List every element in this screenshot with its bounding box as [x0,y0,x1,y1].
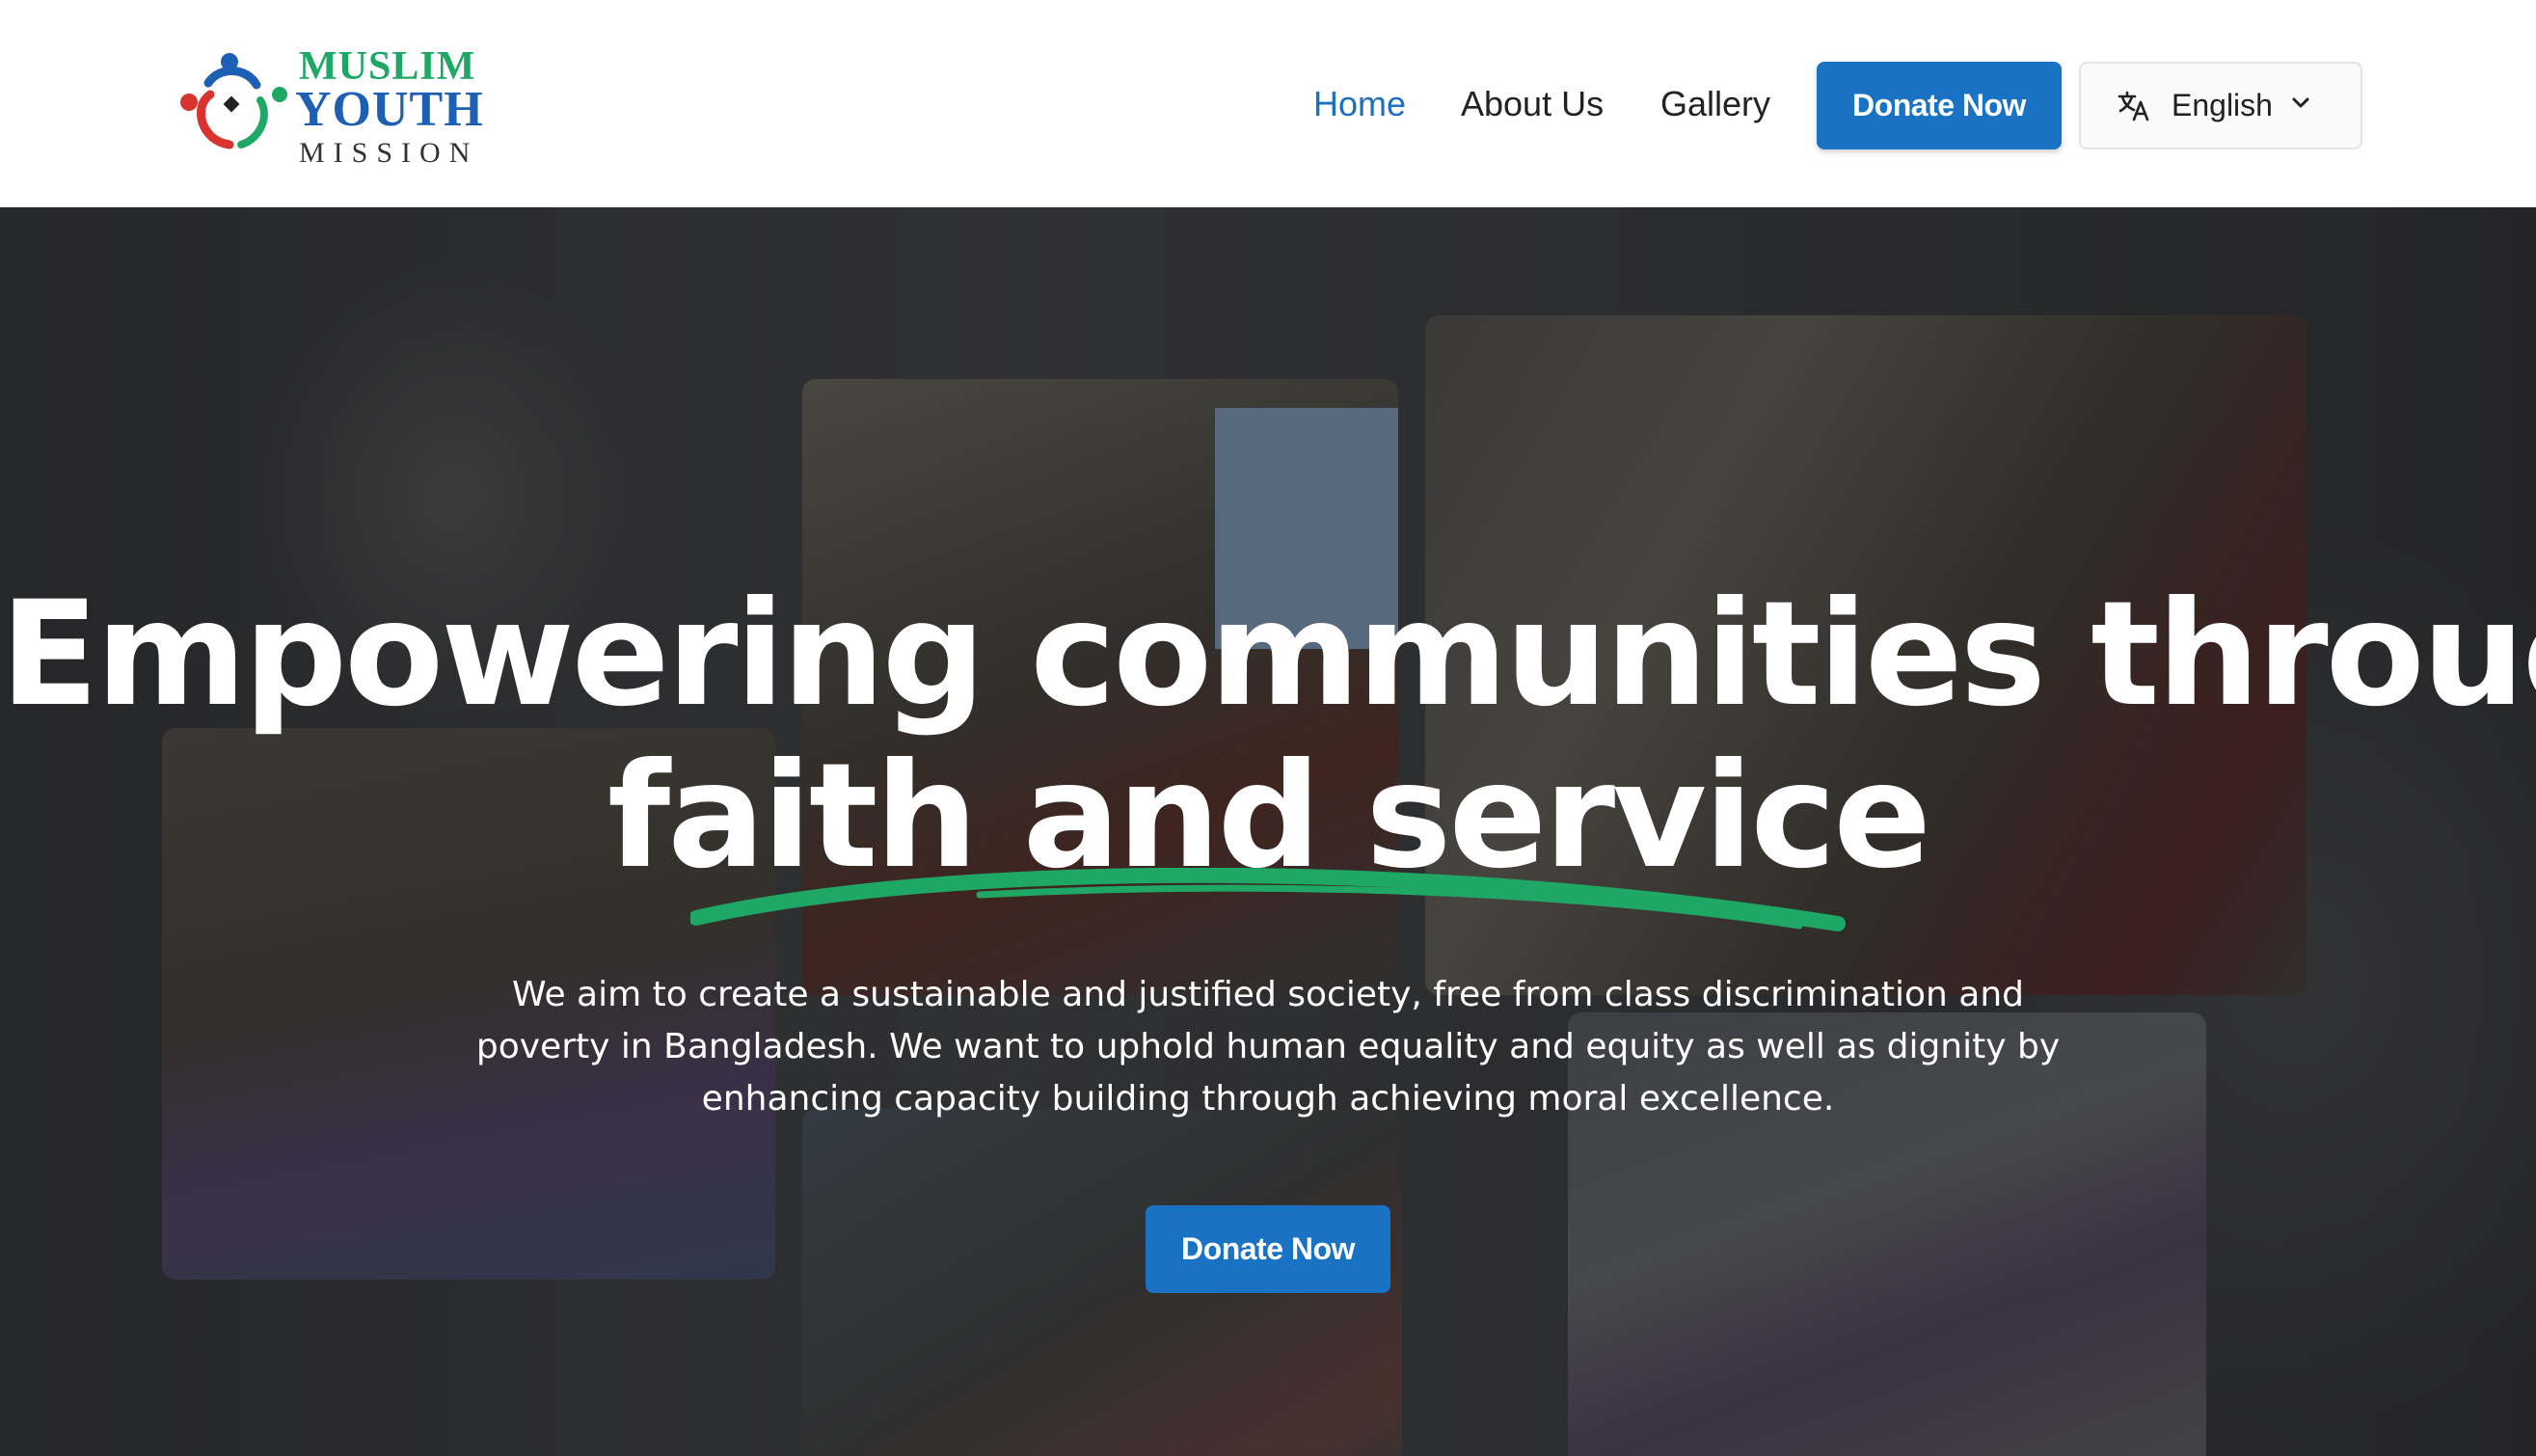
donate-now-button-hero[interactable]: Donate Now [1146,1205,1390,1293]
logo-line-youth: YOUTH [295,82,484,137]
hero-description: We aim to create a sustainable and justi… [475,975,2061,1119]
nav-link-home[interactable]: Home [1313,84,1406,124]
translate-icon [2118,91,2149,121]
logo-line-mission: MISSION [299,137,479,169]
hero-title-line-1: Empowering communities through [0,571,2536,739]
hero-title: Empowering communities through faith and… [0,574,2536,898]
logo-wordmark: MUSLIM YOUTH MISSION [295,46,488,170]
logo-line-muslim: MUSLIM [299,44,476,89]
language-select-value: English [2172,88,2273,122]
hero-section: Empowering communities through faith and… [0,207,2536,1456]
title-underline-swoosh [690,868,1846,931]
logo-mark-icon [180,53,287,149]
nav-link-gallery[interactable]: Gallery [1660,84,1770,124]
donate-now-button-header[interactable]: Donate Now [1817,62,2062,149]
site-logo[interactable]: MUSLIM YOUTH MISSION [172,46,483,169]
language-select[interactable]: English [2079,62,2362,149]
site-header: MUSLIM YOUTH MISSION Home About Us Galle… [0,0,2536,207]
chevron-down-icon [2292,97,2309,108]
nav-link-about-us[interactable]: About Us [1461,84,1604,124]
